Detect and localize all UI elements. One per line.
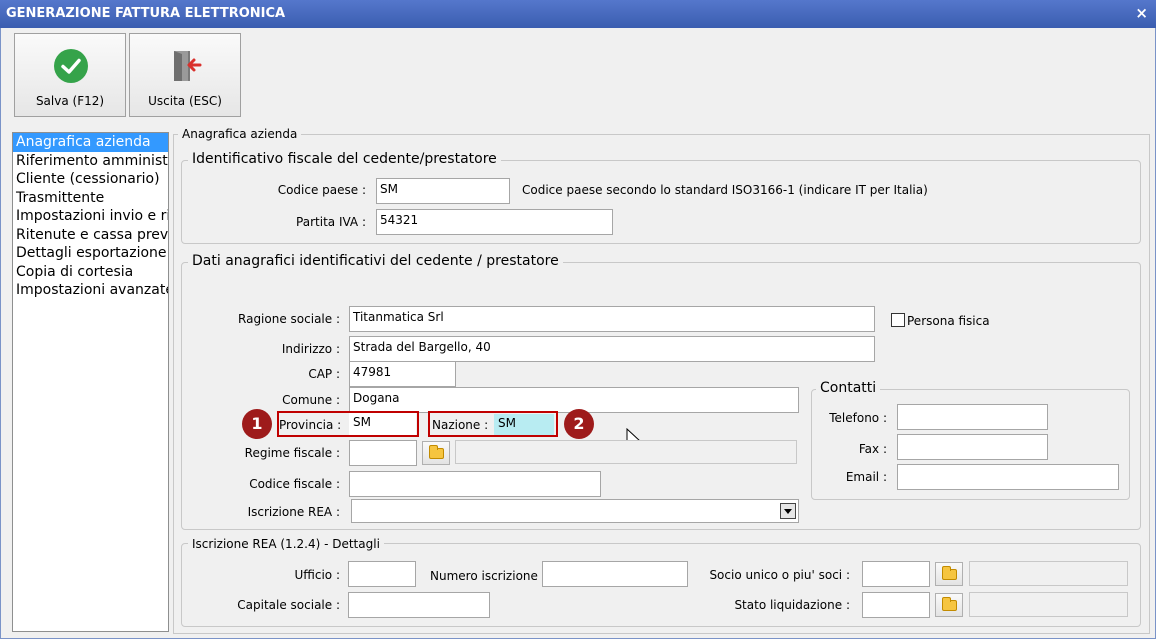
fiscal-id-title: Identificativo fiscale del cedente/prest… — [188, 151, 501, 167]
folder-icon — [942, 566, 957, 580]
codice-fiscale-input[interactable] — [349, 471, 601, 497]
socio-unico-input[interactable] — [862, 561, 930, 587]
socio-unico-label: Socio unico o piu' soci : — [709, 568, 850, 582]
socio-unico-lookup-button[interactable] — [935, 562, 963, 586]
telefono-label: Telefono : — [829, 411, 887, 425]
nav-item-impostazioni-avanzate[interactable]: Impostazioni avanzate — [13, 281, 168, 300]
close-icon[interactable]: × — [1135, 4, 1148, 22]
exit-door-icon — [174, 51, 202, 81]
partita-iva-input[interactable]: 54321 — [376, 209, 613, 235]
persona-fisica-label: Persona fisica — [907, 314, 990, 328]
chevron-down-icon[interactable] — [780, 503, 796, 519]
indirizzo-label: Indirizzo : — [281, 342, 340, 356]
window-title: GENERAZIONE FATTURA ELETTRONICA — [6, 6, 286, 21]
nazione-input[interactable]: SM — [494, 414, 554, 435]
nav-item-anagrafica-azienda[interactable]: Anagrafica azienda — [13, 133, 168, 152]
contatti-title: Contatti — [816, 380, 881, 396]
nav-item-trasmittente[interactable]: Trasmittente — [13, 189, 168, 208]
partita-iva-label: Partita IVA : — [296, 215, 366, 229]
ragione-sociale-input[interactable]: Titanmatica Srl — [349, 306, 875, 332]
codice-fiscale-label: Codice fiscale : — [249, 477, 340, 491]
telefono-input[interactable] — [897, 404, 1048, 430]
section-title: Anagrafica azienda — [178, 127, 302, 141]
codice-paese-hint: Codice paese secondo lo standard ISO3166… — [522, 183, 928, 197]
stato-liquidazione-lookup-button[interactable] — [935, 593, 963, 617]
regime-fiscale-label: Regime fiscale : — [244, 446, 340, 460]
folder-icon — [942, 597, 957, 611]
nazione-label: Nazione : — [432, 418, 489, 432]
ragione-sociale-label: Ragione sociale : — [238, 312, 340, 326]
stato-liquidazione-label: Stato liquidazione : — [734, 598, 850, 612]
stato-liquidazione-input[interactable] — [862, 592, 930, 618]
capitale-sociale-label: Capitale sociale : — [237, 598, 340, 612]
email-label: Email : — [845, 470, 887, 484]
iscrizione-rea-select[interactable] — [351, 499, 799, 523]
nav-item-cliente[interactable]: Cliente (cessionario) — [13, 170, 168, 189]
fax-label: Fax : — [858, 442, 887, 456]
provincia-label: Provincia : — [279, 418, 342, 432]
annotation-badge-2: 2 — [564, 409, 594, 439]
numero-iscrizione-label: Numero iscrizione : — [430, 569, 546, 583]
nav-item-copia-cortesia[interactable]: Copia di cortesia — [13, 263, 168, 282]
ufficio-label: Ufficio : — [294, 568, 340, 582]
check-circle-icon — [54, 49, 88, 83]
codice-paese-input[interactable]: SM — [376, 178, 510, 204]
persona-fisica-checkbox[interactable] — [891, 313, 905, 327]
ufficio-input[interactable] — [348, 561, 416, 587]
cap-label: CAP : — [308, 367, 340, 381]
save-button[interactable]: Salva (F12) — [14, 33, 126, 117]
nav-item-impostazioni-invio[interactable]: Impostazioni invio e ricezione — [13, 207, 168, 226]
rea-details-title: Iscrizione REA (1.2.4) - Dettagli — [188, 537, 384, 551]
nav-item-ritenute-cassa[interactable]: Ritenute e cassa previdenza — [13, 226, 168, 245]
indirizzo-input[interactable]: Strada del Bargello, 40 — [349, 336, 875, 362]
nav-item-riferimento-amministrativo[interactable]: Riferimento amministrativo — [13, 152, 168, 171]
regime-fiscale-description — [455, 440, 797, 464]
window-title-bar: GENERAZIONE FATTURA ELETTRONICA × — [0, 0, 1156, 28]
regime-fiscale-lookup-button[interactable] — [422, 441, 450, 465]
stato-liquidazione-description — [969, 592, 1128, 617]
email-input[interactable] — [897, 464, 1119, 490]
capitale-sociale-input[interactable] — [348, 592, 490, 618]
nav-item-dettagli-esportazione[interactable]: Dettagli esportazione — [13, 244, 168, 263]
anagrafici-title: Dati anagrafici identificativi del ceden… — [188, 253, 563, 269]
exit-button[interactable]: Uscita (ESC) — [129, 33, 241, 117]
fax-input[interactable] — [897, 434, 1048, 460]
save-button-label: Salva (F12) — [35, 94, 105, 108]
fiscal-id-group — [181, 160, 1141, 244]
exit-button-label: Uscita (ESC) — [148, 94, 222, 108]
folder-icon — [429, 445, 444, 459]
numero-iscrizione-input[interactable] — [542, 561, 688, 587]
section-nav-list[interactable]: Anagrafica azienda Riferimento amministr… — [12, 132, 169, 632]
iscrizione-rea-label: Iscrizione REA : — [247, 505, 340, 519]
annotation-badge-1: 1 — [242, 409, 272, 439]
socio-unico-description — [969, 561, 1128, 586]
provincia-input[interactable]: SM — [349, 413, 416, 435]
regime-fiscale-input[interactable] — [349, 440, 417, 466]
cap-input[interactable]: 47981 — [349, 361, 456, 387]
comune-label: Comune : — [282, 393, 340, 407]
codice-paese-label: Codice paese : — [277, 183, 366, 197]
